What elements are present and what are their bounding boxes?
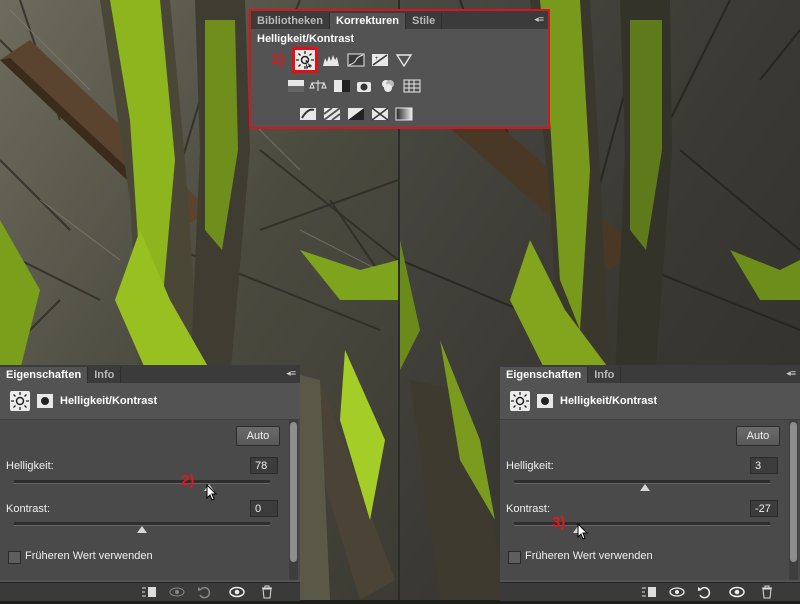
layer-mask-icon[interactable]	[537, 394, 553, 408]
contrast-value-field[interactable]: 0	[250, 500, 278, 517]
tab-stile[interactable]: Stile	[406, 13, 443, 29]
properties-scrollbar[interactable]	[289, 420, 298, 580]
layer-mask-icon[interactable]	[37, 394, 53, 408]
threshold-icon[interactable]	[347, 107, 365, 121]
tab-korrekturen[interactable]: Korrekturen	[330, 13, 406, 29]
levels-icon[interactable]	[322, 53, 340, 67]
properties-header: Helligkeit/Kontrast	[500, 383, 800, 420]
brightness-label: Helligkeit:	[506, 460, 554, 472]
properties-panel-right: Eigenschaften Info ◂≡ Helligkeit/Kontras…	[500, 365, 800, 601]
adjustments-panel: Bibliotheken Korrekturen Stile ◂≡ Hellig…	[249, 9, 550, 129]
properties-body: Auto Helligkeit: 3 Kontrast: -27 3) Früh…	[500, 420, 800, 580]
color-lookup-icon[interactable]	[403, 79, 421, 93]
visibility-eye-icon[interactable]	[228, 585, 246, 599]
brightness-slider-track[interactable]	[14, 480, 270, 484]
legacy-checkbox-label: Früheren Wert verwenden	[525, 550, 653, 562]
contrast-value-field[interactable]: -27	[750, 500, 778, 517]
legacy-checkbox[interactable]	[508, 551, 521, 564]
clip-to-layer-icon[interactable]	[640, 585, 658, 599]
view-previous-icon[interactable]	[168, 585, 186, 599]
scrollbar-thumb[interactable]	[290, 422, 297, 562]
properties-bottom-toolbar	[500, 582, 800, 601]
scrollbar-thumb[interactable]	[790, 422, 797, 562]
color-balance-icon[interactable]	[309, 79, 327, 93]
tab-bibliotheken[interactable]: Bibliotheken	[251, 13, 331, 29]
hue-saturation-icon[interactable]	[287, 79, 305, 93]
channel-mixer-icon[interactable]	[379, 79, 397, 93]
step-marker-2: 2)	[181, 472, 195, 489]
properties-body: Auto Helligkeit: 78 2) Kontrast: 0 Frühe…	[0, 420, 300, 580]
trash-icon[interactable]	[758, 585, 776, 599]
visibility-eye-icon[interactable]	[728, 585, 746, 599]
brightness-slider-thumb[interactable]	[639, 484, 650, 491]
legacy-checkbox[interactable]	[8, 551, 21, 564]
properties-panel-left: Eigenschaften Info ◂≡ Helligkeit/Kontras…	[0, 365, 300, 601]
properties-tabbar: Eigenschaften Info ◂≡	[0, 365, 300, 383]
legacy-checkbox-label: Früheren Wert verwenden	[25, 550, 153, 562]
auto-button[interactable]: Auto	[236, 426, 280, 446]
auto-button[interactable]: Auto	[736, 426, 780, 446]
tab-info[interactable]: Info	[588, 367, 622, 383]
brightness-label: Helligkeit:	[6, 460, 54, 472]
contrast-label: Kontrast:	[6, 503, 51, 515]
tab-info[interactable]: Info	[88, 367, 122, 383]
posterize-icon[interactable]	[323, 107, 341, 121]
adjustment-title: Helligkeit/Kontrast	[60, 395, 158, 407]
curves-icon[interactable]	[347, 53, 365, 67]
brightness-contrast-icon	[510, 391, 530, 411]
panel-menu-icon[interactable]: ◂≡	[284, 368, 296, 378]
brightness-contrast-button[interactable]	[292, 47, 318, 73]
black-white-icon[interactable]	[333, 79, 351, 93]
contrast-label: Kontrast:	[506, 503, 551, 515]
step-marker-3: 3)	[552, 514, 566, 531]
brightness-value-field[interactable]: 3	[750, 457, 778, 474]
contrast-slider-thumb[interactable]	[137, 526, 147, 533]
properties-tabbar: Eigenschaften Info ◂≡	[500, 365, 800, 383]
view-previous-icon[interactable]	[668, 585, 686, 599]
mouse-cursor-icon	[577, 522, 589, 540]
properties-bottom-toolbar	[0, 582, 300, 601]
trash-icon[interactable]	[258, 585, 276, 599]
selective-color-icon[interactable]	[371, 107, 389, 121]
properties-header: Helligkeit/Kontrast	[0, 383, 300, 420]
adjustment-title: Helligkeit/Kontrast	[560, 395, 658, 407]
panel-menu-icon[interactable]: ◂≡	[532, 14, 544, 24]
step-marker-1: 1)	[271, 51, 285, 68]
svg-text:+: +	[375, 56, 379, 62]
mouse-cursor-icon	[206, 483, 218, 501]
brightness-contrast-icon	[296, 51, 314, 70]
clip-to-layer-icon[interactable]	[140, 585, 158, 599]
gradient-map-icon[interactable]	[395, 107, 413, 121]
brightness-value-field[interactable]: 78	[250, 457, 278, 474]
photo-filter-icon[interactable]	[355, 79, 373, 93]
invert-icon[interactable]	[299, 107, 317, 121]
tab-eigenschaften[interactable]: Eigenschaften	[0, 367, 89, 383]
reset-icon[interactable]	[196, 585, 214, 599]
properties-scrollbar[interactable]	[789, 420, 798, 580]
exposure-icon[interactable]: +	[371, 53, 389, 67]
adjustment-hover-title: Helligkeit/Kontrast	[257, 33, 355, 45]
vibrance-icon[interactable]	[395, 53, 413, 67]
tab-eigenschaften[interactable]: Eigenschaften	[500, 367, 589, 383]
panel-menu-icon[interactable]: ◂≡	[784, 368, 796, 378]
brightness-contrast-icon	[10, 391, 30, 411]
adjustments-tabbar: Bibliotheken Korrekturen Stile ◂≡	[251, 11, 548, 29]
reset-icon[interactable]	[696, 585, 714, 599]
